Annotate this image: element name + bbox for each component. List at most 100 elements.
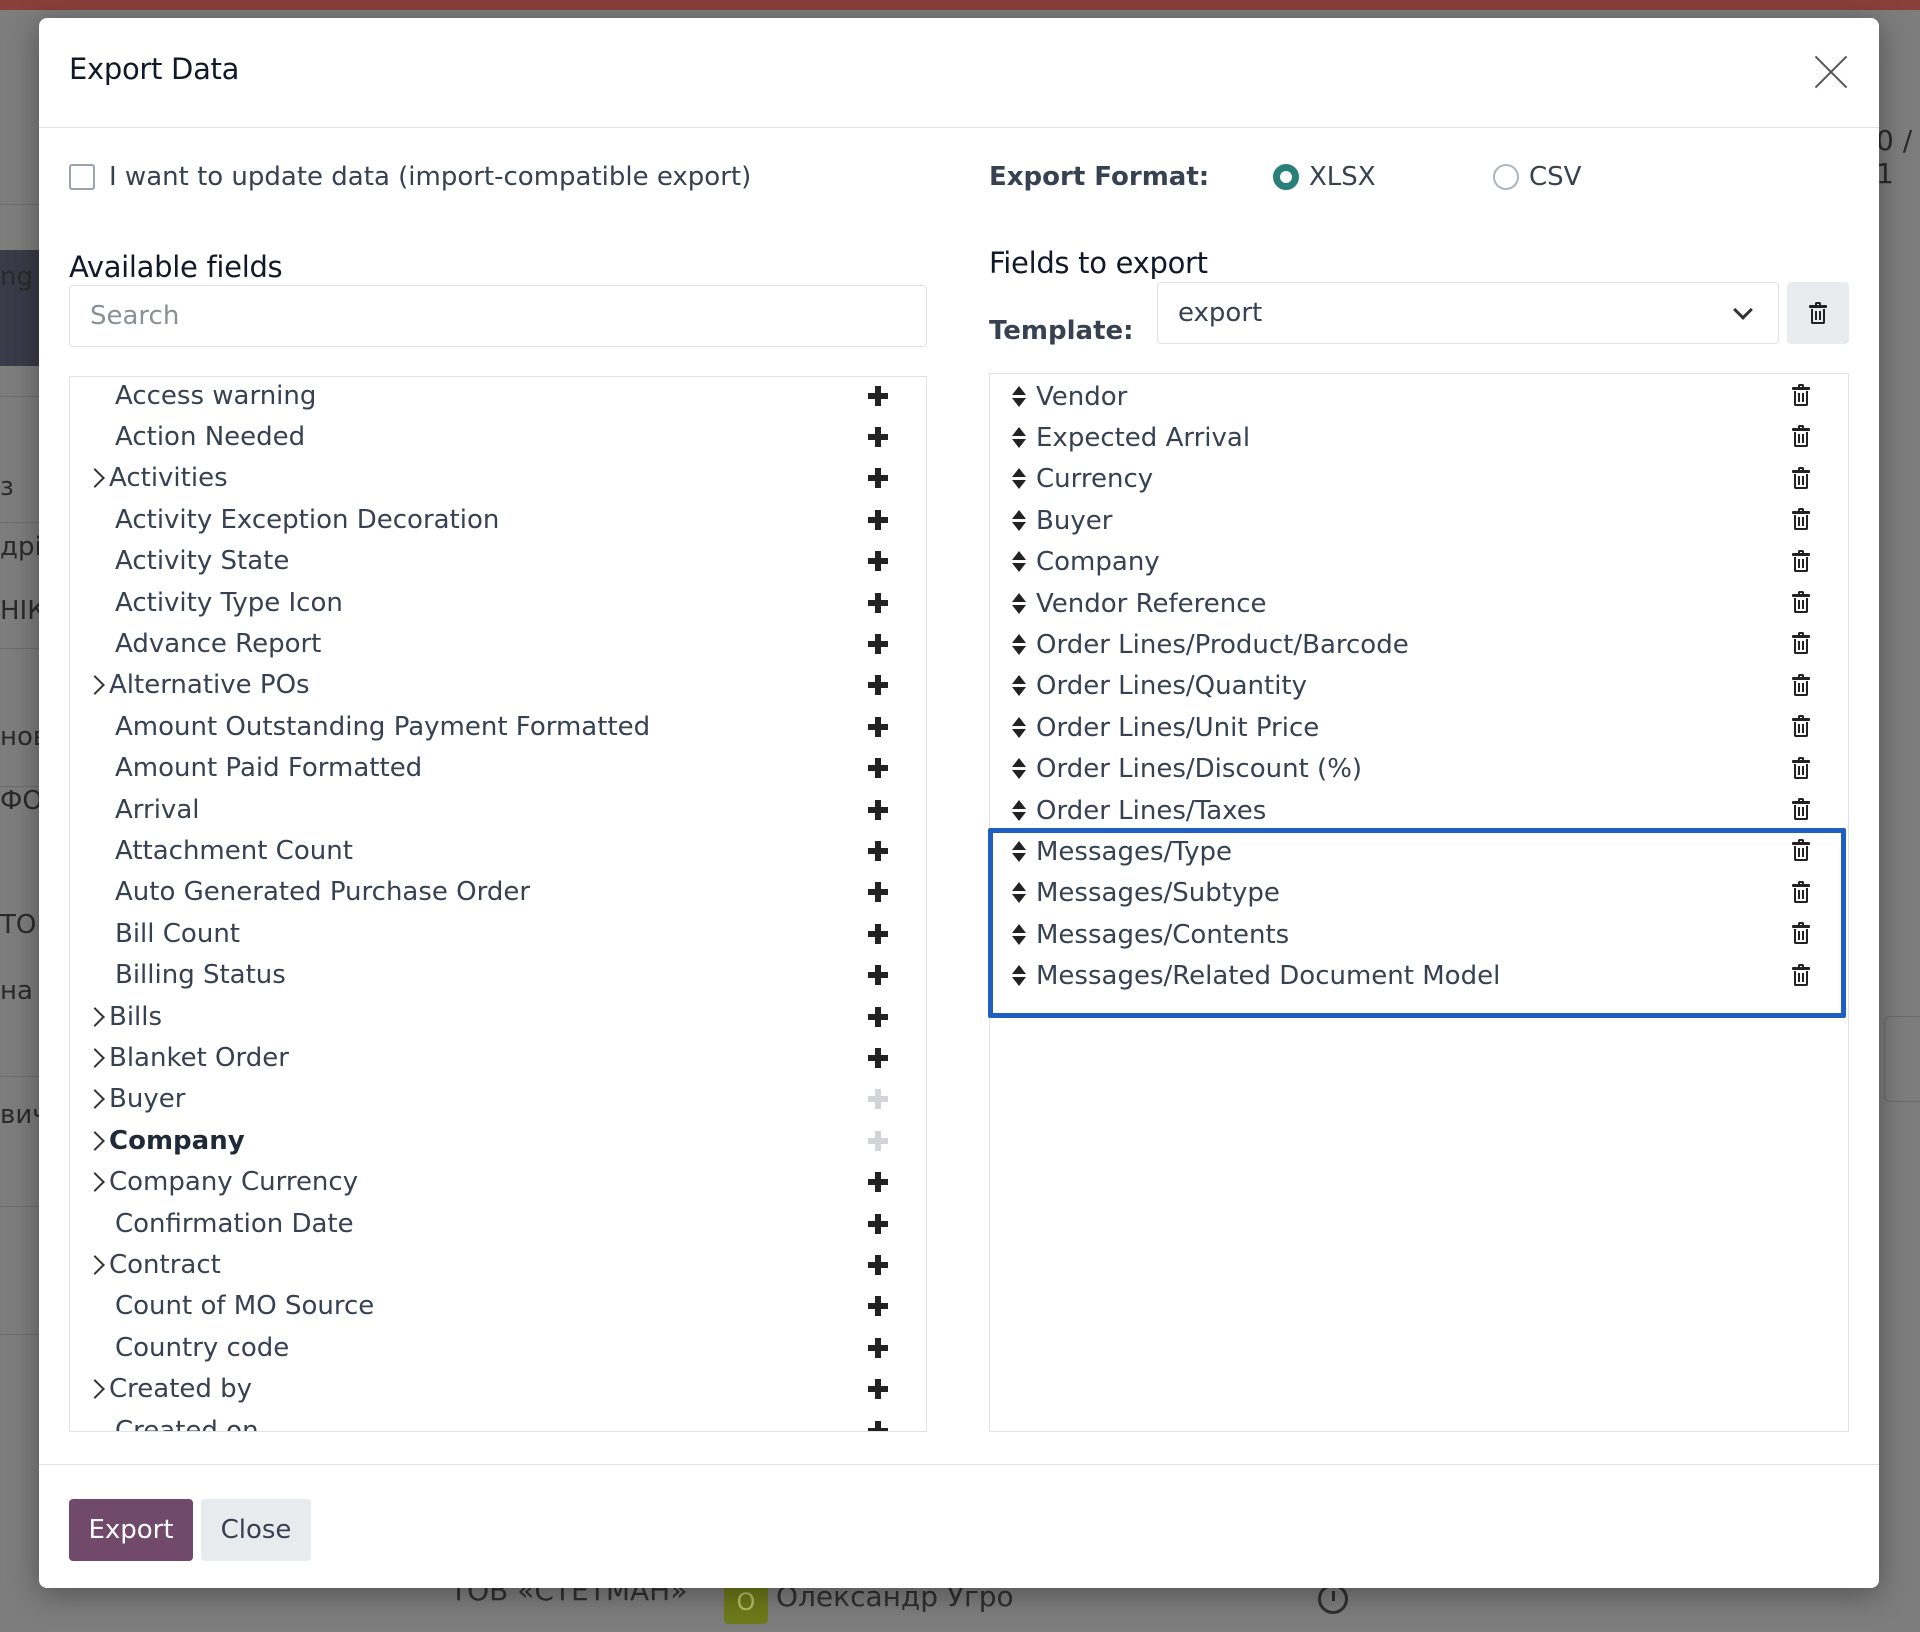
export-field-item[interactable]: Order Lines/Unit Price xyxy=(990,707,1848,748)
available-field-item[interactable]: Attachment Count xyxy=(70,830,926,871)
available-field-item[interactable]: Activity Type Icon xyxy=(70,582,926,623)
export-field-item[interactable]: Vendor Reference xyxy=(990,583,1848,624)
sort-handle-icon[interactable] xyxy=(1012,509,1026,532)
sort-handle-icon[interactable] xyxy=(1012,923,1026,946)
trash-icon[interactable] xyxy=(1792,798,1810,820)
close-icon[interactable] xyxy=(1813,54,1849,90)
available-field-item[interactable]: Alternative POs xyxy=(70,665,926,706)
trash-icon[interactable] xyxy=(1792,922,1810,945)
available-field-item[interactable]: Access warning xyxy=(70,377,926,416)
export-field-item[interactable]: Messages/Subtype xyxy=(990,873,1848,914)
available-field-item[interactable]: Billing Status xyxy=(70,955,926,996)
plus-icon[interactable] xyxy=(868,1379,888,1400)
trash-icon[interactable] xyxy=(1792,508,1810,531)
available-field-item[interactable]: Company Currency xyxy=(70,1162,926,1203)
export-field-item[interactable]: Order Lines/Quantity xyxy=(990,666,1848,707)
sort-handle-icon[interactable] xyxy=(1012,592,1026,615)
template-select[interactable]: export xyxy=(1157,282,1779,344)
export-field-item[interactable]: Currency xyxy=(990,459,1848,500)
plus-icon[interactable] xyxy=(868,1172,888,1193)
plus-icon[interactable] xyxy=(868,675,888,696)
trash-icon[interactable] xyxy=(1792,963,1810,986)
sort-handle-icon[interactable] xyxy=(1012,965,1026,987)
import-compatible-option[interactable]: I want to update data (import-compatible… xyxy=(69,162,751,192)
trash-icon[interactable] xyxy=(1792,384,1810,406)
plus-icon[interactable] xyxy=(868,385,888,406)
delete-template-button[interactable] xyxy=(1787,282,1849,344)
available-field-item[interactable]: Arrival xyxy=(70,789,926,830)
caret-right-icon[interactable] xyxy=(85,1172,105,1192)
plus-icon[interactable] xyxy=(868,1254,888,1275)
sort-handle-icon[interactable] xyxy=(1012,716,1026,739)
plus-icon[interactable] xyxy=(868,1213,888,1234)
sort-handle-icon[interactable] xyxy=(1012,882,1026,904)
available-field-item[interactable]: Confirmation Date xyxy=(70,1203,926,1244)
sort-handle-icon[interactable] xyxy=(1012,675,1026,697)
available-field-item[interactable]: Created on xyxy=(70,1410,926,1431)
available-field-item[interactable]: Created by xyxy=(70,1369,926,1410)
plus-icon[interactable] xyxy=(868,1337,888,1358)
available-field-item[interactable]: Activity State xyxy=(70,541,926,582)
plus-icon[interactable] xyxy=(868,758,888,779)
available-field-item[interactable]: Amount Outstanding Payment Formatted xyxy=(70,706,926,747)
trash-icon[interactable] xyxy=(1792,632,1810,655)
available-field-item[interactable]: Action Needed xyxy=(70,416,926,457)
trash-icon[interactable] xyxy=(1792,425,1810,448)
sort-handle-icon[interactable] xyxy=(1012,633,1026,656)
trash-icon[interactable] xyxy=(1792,839,1810,862)
export-field-item[interactable]: Vendor xyxy=(990,376,1848,417)
available-field-item[interactable]: Buyer xyxy=(70,1079,926,1120)
plus-icon[interactable] xyxy=(868,716,888,737)
format-xlsx-radio[interactable]: XLSX xyxy=(1273,162,1376,192)
export-field-item[interactable]: Expected Arrival xyxy=(990,417,1848,458)
plus-icon[interactable] xyxy=(868,965,888,986)
available-field-item[interactable]: Company xyxy=(70,1120,926,1161)
plus-icon[interactable] xyxy=(868,426,888,447)
available-field-item[interactable]: Activity Exception Decoration xyxy=(70,499,926,540)
available-field-item[interactable]: Country code xyxy=(70,1327,926,1368)
available-field-item[interactable]: Auto Generated Purchase Order xyxy=(70,872,926,913)
plus-icon[interactable] xyxy=(868,592,888,613)
trash-icon[interactable] xyxy=(1792,673,1810,696)
export-field-item[interactable]: Messages/Related Document Model xyxy=(990,956,1848,997)
plus-icon[interactable] xyxy=(868,1047,888,1068)
export-button[interactable]: Export xyxy=(69,1499,193,1561)
caret-right-icon[interactable] xyxy=(85,1006,105,1027)
plus-icon[interactable] xyxy=(868,509,888,530)
caret-right-icon[interactable] xyxy=(85,1130,105,1151)
plus-icon[interactable] xyxy=(868,1006,888,1027)
sort-handle-icon[interactable] xyxy=(1012,799,1026,822)
export-field-item[interactable]: Order Lines/Discount (%) xyxy=(990,749,1848,790)
sort-handle-icon[interactable] xyxy=(1012,426,1026,449)
export-field-item[interactable]: Order Lines/Taxes xyxy=(990,790,1848,831)
export-field-item[interactable]: Messages/Type xyxy=(990,831,1848,872)
radio-icon[interactable] xyxy=(1493,164,1519,190)
trash-icon[interactable] xyxy=(1792,591,1810,613)
sort-handle-icon[interactable] xyxy=(1012,468,1026,490)
available-field-item[interactable]: Activities xyxy=(70,458,926,499)
format-csv-radio[interactable]: CSV xyxy=(1493,162,1581,192)
sort-handle-icon[interactable] xyxy=(1012,385,1026,408)
export-field-item[interactable]: Company xyxy=(990,542,1848,583)
plus-icon[interactable] xyxy=(868,551,888,572)
export-field-item[interactable]: Order Lines/Product/Barcode xyxy=(990,624,1848,665)
available-field-item[interactable]: Count of MO Source xyxy=(70,1286,926,1327)
available-field-item[interactable]: Bill Count xyxy=(70,913,926,954)
available-field-item[interactable]: Blanket Order xyxy=(70,1037,926,1078)
sort-handle-icon[interactable] xyxy=(1012,551,1026,573)
close-button[interactable]: Close xyxy=(201,1499,311,1561)
plus-icon[interactable] xyxy=(868,468,888,489)
plus-icon[interactable] xyxy=(868,840,888,861)
available-field-item[interactable]: Contract xyxy=(70,1244,926,1285)
trash-icon[interactable] xyxy=(1792,880,1810,903)
export-field-item[interactable]: Buyer xyxy=(990,500,1848,541)
plus-icon[interactable] xyxy=(868,1296,888,1317)
caret-right-icon[interactable] xyxy=(85,675,105,696)
caret-right-icon[interactable] xyxy=(85,1379,105,1399)
available-field-item[interactable]: Amount Paid Formatted xyxy=(70,748,926,789)
plus-icon[interactable] xyxy=(868,633,888,654)
available-field-item[interactable]: Bills xyxy=(70,996,926,1037)
caret-right-icon[interactable] xyxy=(85,1089,105,1110)
sort-handle-icon[interactable] xyxy=(1012,840,1026,863)
radio-icon[interactable] xyxy=(1273,164,1299,190)
